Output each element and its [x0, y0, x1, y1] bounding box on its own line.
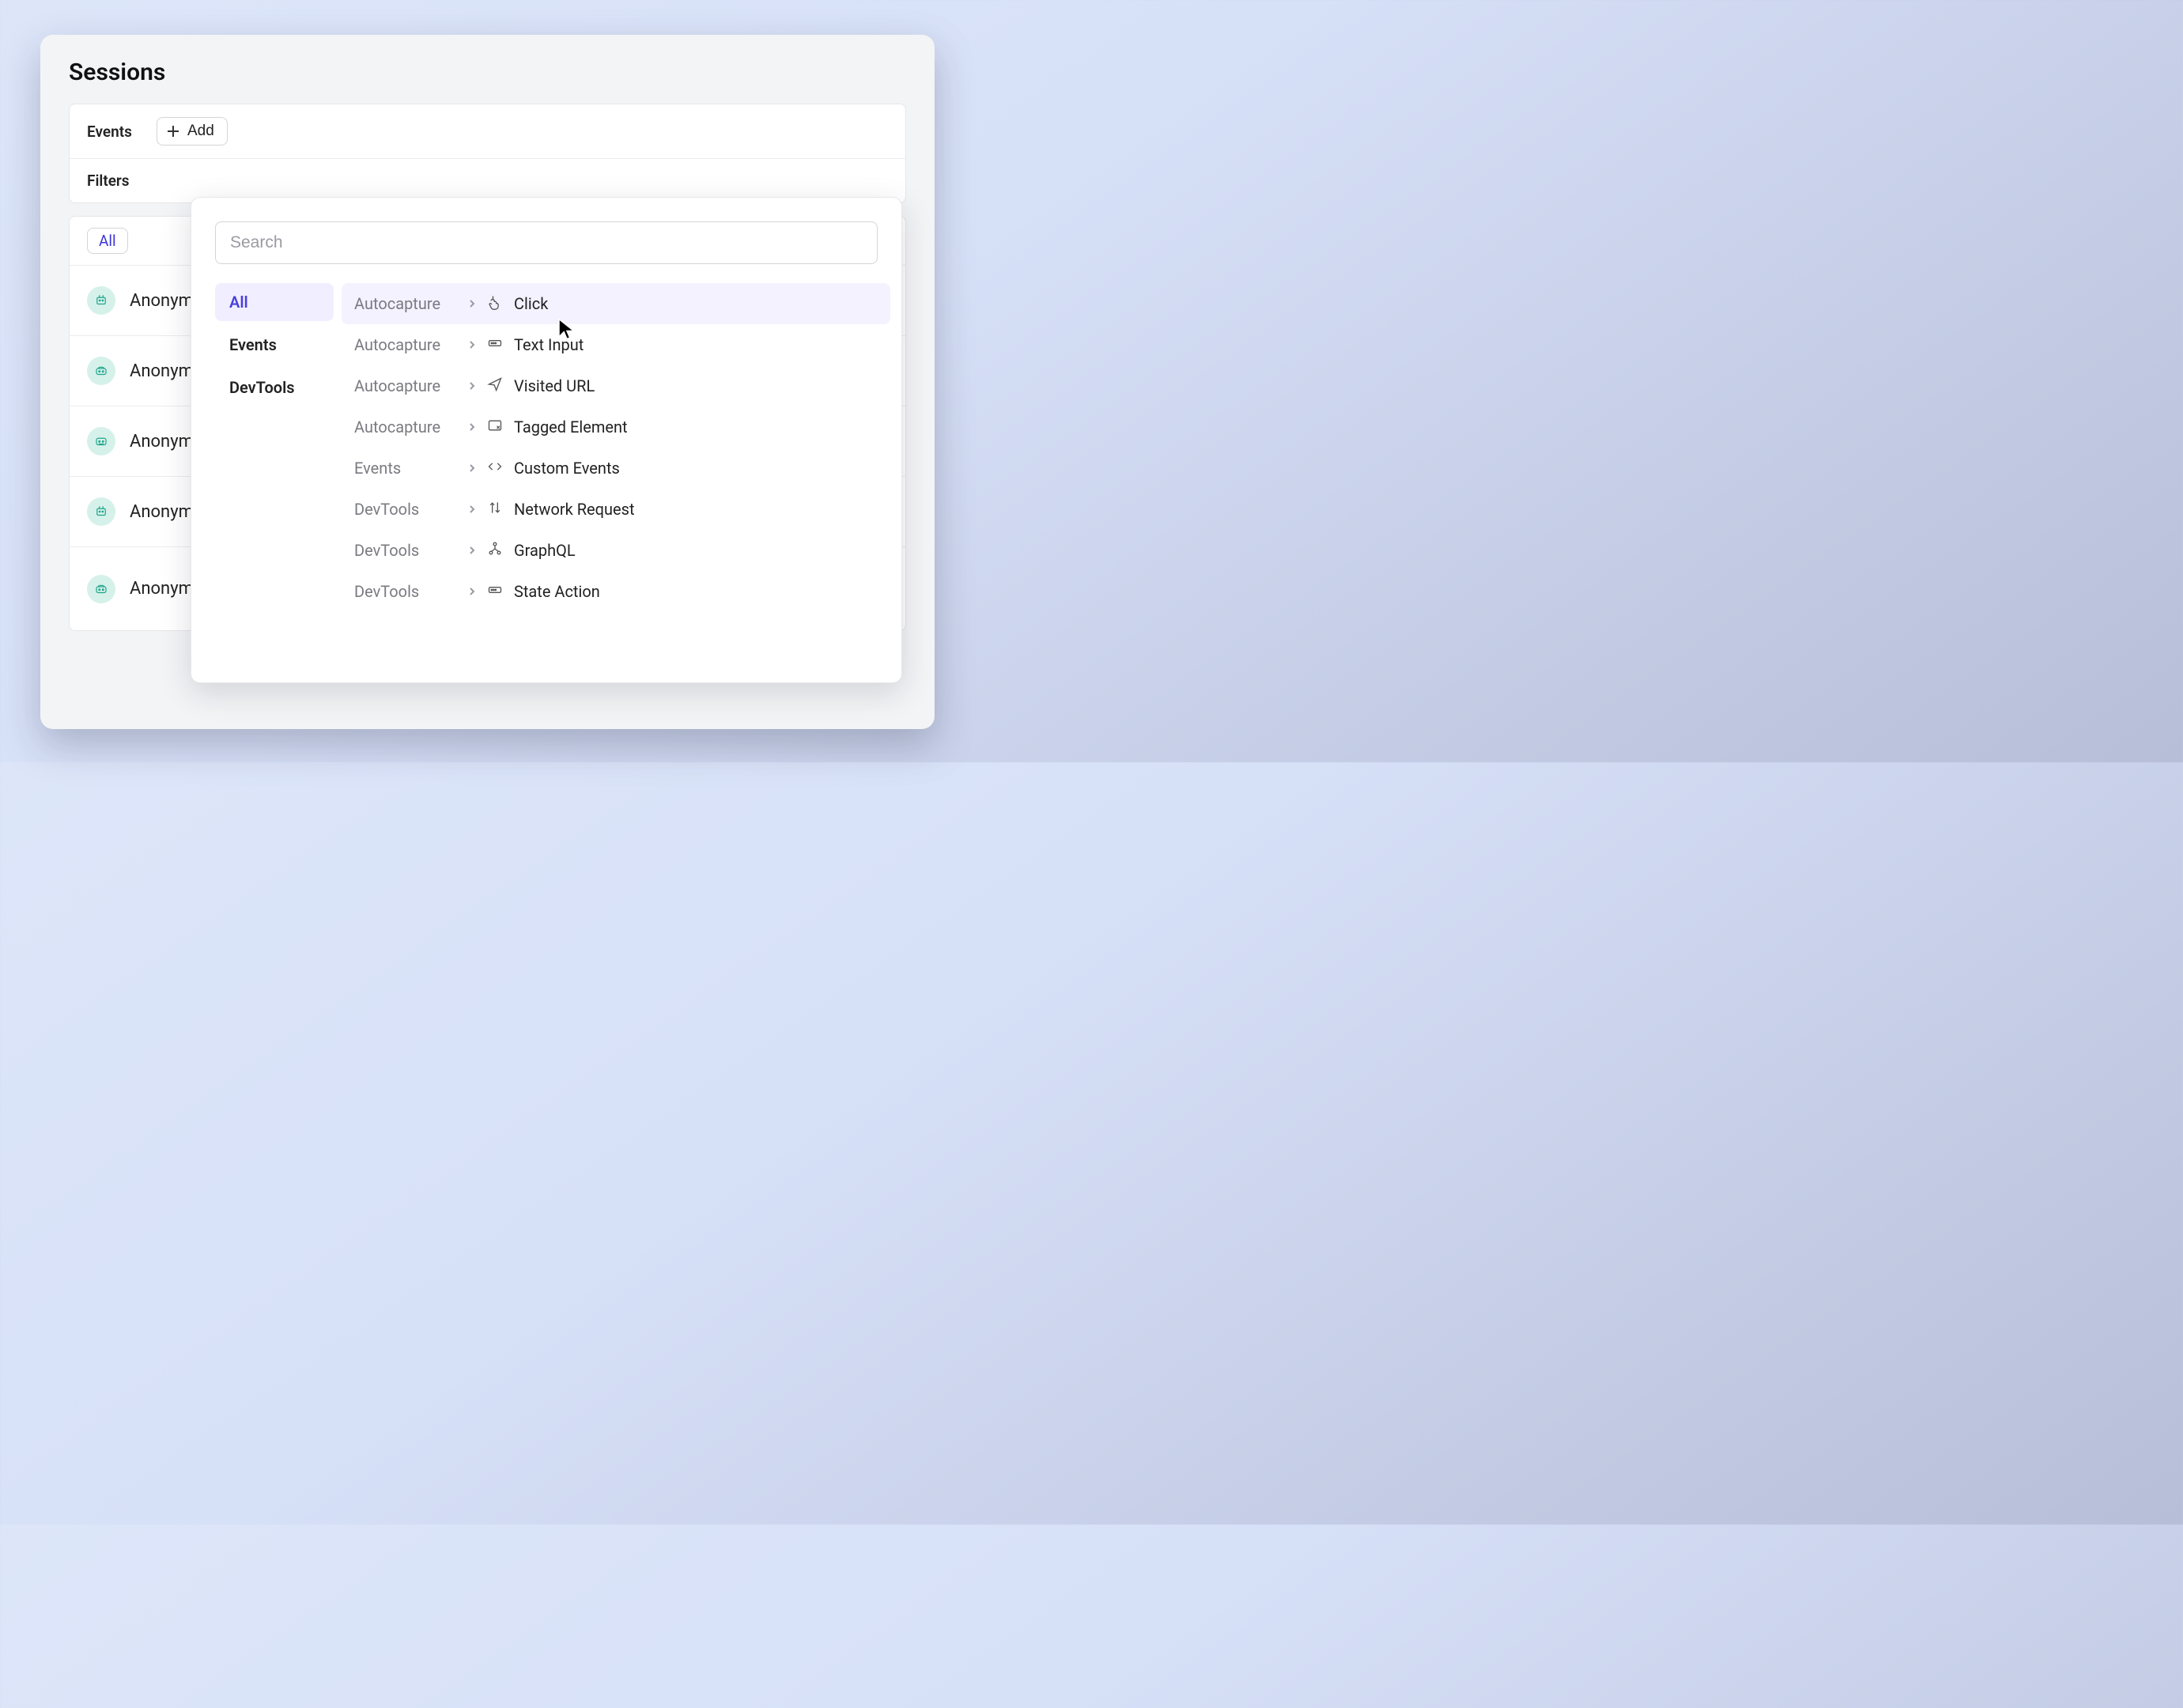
add-event-label: Add: [187, 123, 214, 140]
tag-icon: [487, 418, 503, 436]
event-item-category: DevTools: [354, 500, 457, 519]
send-icon: [487, 376, 503, 395]
event-list: AutocaptureClickAutocaptureText InputAut…: [334, 278, 895, 683]
chevron-right-icon: [468, 588, 476, 595]
updown-icon: [487, 500, 503, 519]
event-item-state-action[interactable]: DevTools State Action: [342, 571, 890, 612]
event-item-name: Custom Events: [514, 459, 620, 478]
add-event-button[interactable]: Add: [157, 117, 228, 145]
category-events[interactable]: Events: [215, 326, 334, 364]
category-list: All Events DevTools: [215, 278, 334, 683]
state-icon: [487, 582, 503, 601]
event-item-name: Network Request: [514, 500, 635, 519]
page-title: Sessions: [40, 35, 935, 104]
event-item-name: Tagged Element: [514, 418, 628, 436]
event-item-name: GraphQL: [514, 541, 576, 560]
event-item-tagged-element[interactable]: Autocapture Tagged Element: [342, 406, 890, 448]
robot-icon: [94, 582, 108, 596]
event-item-graphql[interactable]: DevTools GraphQL: [342, 530, 890, 571]
chevron-right-icon: [468, 300, 476, 308]
tab-all[interactable]: All: [87, 228, 128, 254]
robot-icon: [94, 434, 108, 448]
category-devtools[interactable]: DevTools: [215, 368, 334, 406]
chevron-right-icon: [468, 546, 476, 554]
pointer-icon: [487, 294, 503, 313]
chevron-right-icon: [468, 505, 476, 513]
chevron-right-icon: [468, 464, 476, 472]
event-item-category: Autocapture: [354, 294, 457, 313]
event-item-category: Autocapture: [354, 418, 457, 436]
avatar: [87, 286, 115, 315]
events-row: Events Add: [70, 104, 905, 159]
event-item-category: DevTools: [354, 541, 457, 560]
avatar: [87, 497, 115, 526]
event-item-custom-events[interactable]: Events Custom Events: [342, 448, 890, 489]
events-label: Events: [87, 123, 142, 141]
avatar: [87, 427, 115, 455]
event-item-visited-url[interactable]: Autocapture Visited URL: [342, 365, 890, 406]
graph-icon: [487, 541, 503, 560]
avatar: [87, 575, 115, 603]
event-item-name: State Action: [514, 582, 600, 601]
event-item-name: Text Input: [514, 335, 584, 354]
robot-icon: [94, 364, 108, 378]
event-item-network-request[interactable]: DevTools Network Request: [342, 489, 890, 530]
event-item-category: Events: [354, 459, 457, 478]
chevron-right-icon: [468, 382, 476, 390]
event-item-category: DevTools: [354, 582, 457, 601]
robot-icon: [94, 293, 108, 308]
filters-label: Filters: [87, 172, 142, 190]
sessions-panel: Sessions Events Add Filters All Anonymou…: [40, 35, 935, 729]
robot-icon: [94, 504, 108, 519]
chevron-right-icon: [468, 423, 476, 431]
filters-row: Filters: [70, 159, 905, 202]
events-filters-card: Events Add Filters: [69, 104, 906, 203]
event-item-category: Autocapture: [354, 376, 457, 395]
textinput-icon: [487, 335, 503, 354]
plus-icon: [167, 125, 179, 138]
chevron-right-icon: [468, 341, 476, 349]
event-picker-popover: AllEventsDevTools AutocaptureClickAutoca…: [191, 197, 902, 683]
event-item-category: Autocapture: [354, 335, 457, 354]
event-item-name: Click: [514, 294, 548, 313]
avatar: [87, 357, 115, 385]
code-icon: [487, 459, 503, 478]
search-input[interactable]: [215, 221, 878, 264]
event-item-click[interactable]: Autocapture Click: [342, 283, 890, 324]
event-item-text-input[interactable]: Autocapture Text Input: [342, 324, 890, 365]
category-all[interactable]: All: [215, 283, 334, 321]
event-item-name: Visited URL: [514, 376, 595, 395]
